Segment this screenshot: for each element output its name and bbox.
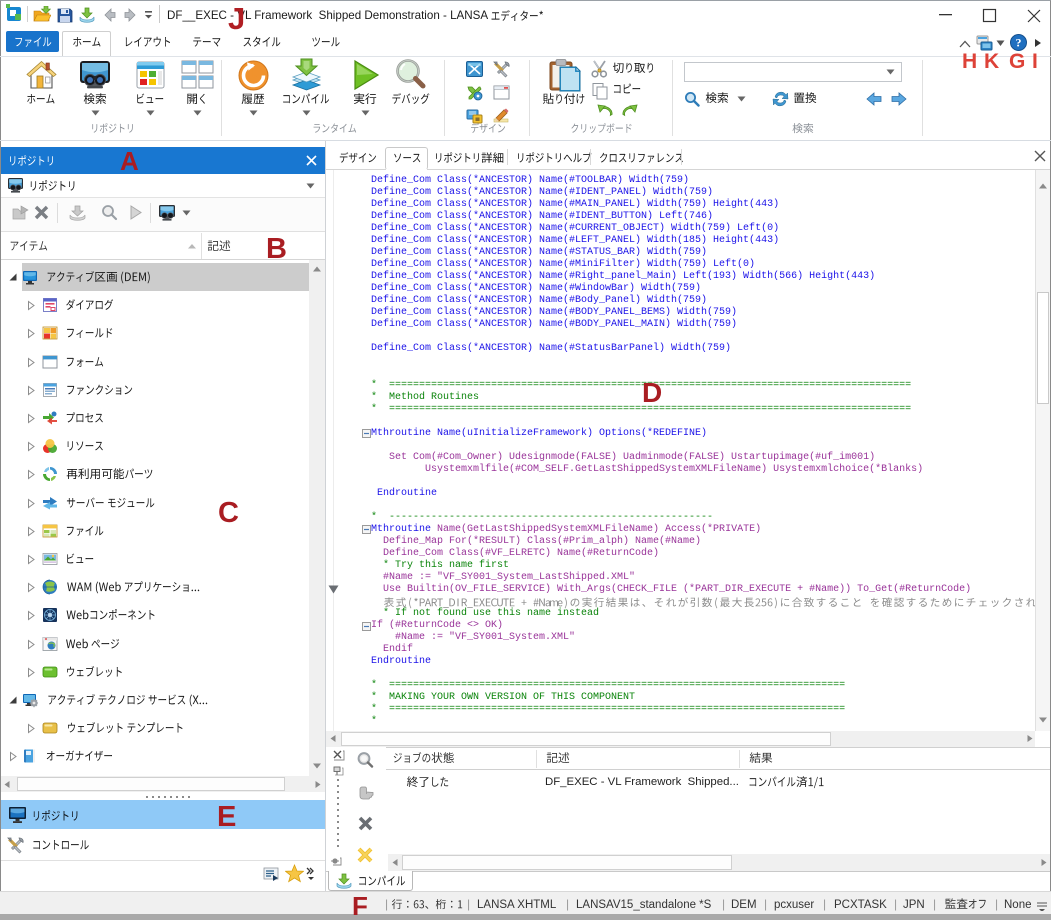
svg-text:?: ? [1016, 36, 1022, 50]
